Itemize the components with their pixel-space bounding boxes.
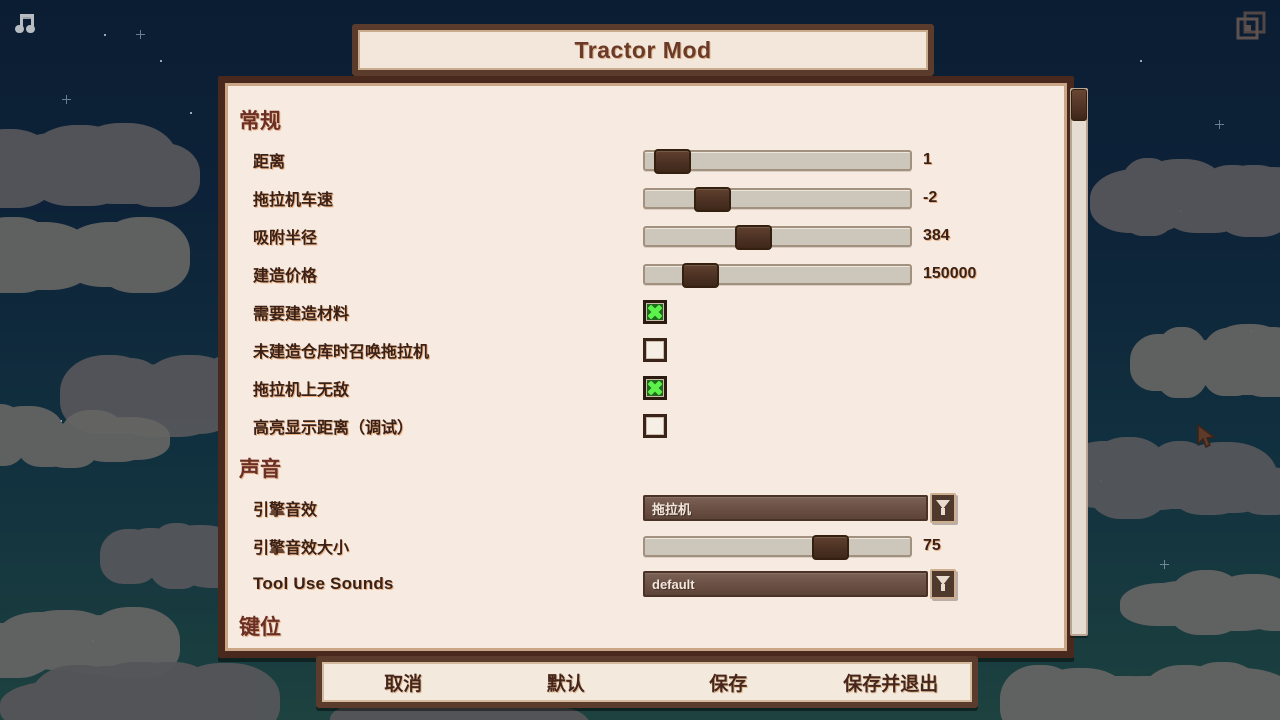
cloud <box>1090 150 1280 240</box>
slider-general-2[interactable] <box>643 226 912 247</box>
music-note-icon <box>12 10 42 40</box>
option-row: 未建造仓库时召唤拖拉机 <box>239 331 1047 369</box>
dropdown-value: 拖拉机 <box>652 499 691 518</box>
option-label: 拖拉机上无敌 <box>253 376 643 400</box>
slider-value: 1 <box>923 151 932 169</box>
chevron-down-icon[interactable] <box>930 493 956 523</box>
cloud <box>1060 430 1280 520</box>
dropdown-sound-0[interactable]: 拖拉机 <box>643 493 956 523</box>
option-row: 需要建造材料 <box>239 293 1047 331</box>
default-button[interactable]: 默认 <box>485 669 648 696</box>
option-row: 拖拉机上无敌 <box>239 369 1047 407</box>
window-glyph-icon <box>1234 9 1268 43</box>
option-label: 距离 <box>253 148 643 172</box>
cloud <box>1130 320 1280 400</box>
slider-general-3[interactable] <box>643 264 912 285</box>
slider-handle[interactable] <box>735 225 772 250</box>
cloud <box>0 660 280 720</box>
option-label: 引擎音效 <box>253 496 643 520</box>
checkbox-general-7[interactable] <box>643 414 667 438</box>
section-header-general: 常规 <box>239 105 1047 135</box>
star <box>104 34 106 36</box>
slider-value: 150000 <box>923 265 976 283</box>
page-title: Tractor Mod <box>574 37 711 64</box>
mouse-cursor <box>1196 424 1218 450</box>
cloud <box>0 120 200 210</box>
star <box>190 112 192 114</box>
save-button[interactable]: 保存 <box>647 669 810 696</box>
options-panel: 常规距离 1 拖拉机车速 -2 吸附半径 384 建造价格 150000 需要建造材料 未建造仓库… <box>218 76 1074 658</box>
dropdown-value-box[interactable]: 拖拉机 <box>643 495 928 521</box>
slider-value: 75 <box>923 537 941 555</box>
slider-value: -2 <box>923 189 937 207</box>
option-label: Tool Use Sounds <box>253 574 643 594</box>
cloud <box>1120 560 1280 640</box>
slider-value: 384 <box>923 227 950 245</box>
option-row: 吸附半径 384 <box>239 217 1047 255</box>
slider-handle[interactable] <box>812 535 849 560</box>
option-row: 高亮显示距离（调试） <box>239 407 1047 445</box>
cloud <box>0 400 170 470</box>
save-exit-button[interactable]: 保存并退出 <box>810 669 973 696</box>
cancel-button[interactable]: 取消 <box>322 669 485 696</box>
section-header-sound: 声音 <box>239 453 1047 483</box>
star <box>136 30 145 39</box>
slider-handle[interactable] <box>682 263 719 288</box>
triangle-stem <box>941 584 945 591</box>
option-label: 引擎音效大小 <box>253 534 643 558</box>
checkbox-general-5[interactable] <box>643 338 667 362</box>
dropdown-value: default <box>652 577 695 592</box>
vertical-scrollbar[interactable] <box>1070 88 1088 636</box>
slider-sound-1[interactable] <box>643 536 912 557</box>
chevron-down-icon[interactable] <box>930 569 956 599</box>
options-list: 常规距离 1 拖拉机车速 -2 吸附半径 384 建造价格 150000 需要建造材料 未建造仓库… <box>225 83 1067 651</box>
dropdown-sound-2[interactable]: default <box>643 569 956 599</box>
option-label: 未建造仓库时召唤拖拉机 <box>253 338 643 362</box>
option-label: 拖拉机车速 <box>253 186 643 210</box>
cloud <box>0 215 190 295</box>
slider-handle[interactable] <box>694 187 731 212</box>
option-label: 吸附半径 <box>253 224 643 248</box>
checkbox-general-4[interactable] <box>643 300 667 324</box>
option-row: 距离 1 <box>239 141 1047 179</box>
option-row: 拖拉机车速 -2 <box>239 179 1047 217</box>
option-row: Tool Use Sounds default <box>239 565 1047 603</box>
star <box>1140 60 1142 62</box>
dropdown-value-box[interactable]: default <box>643 571 928 597</box>
footer-button-bar: 取消 默认 保存 保存并退出 <box>316 656 978 708</box>
slider-general-1[interactable] <box>643 188 912 209</box>
scrollbar-thumb[interactable] <box>1071 89 1087 121</box>
option-label: 建造价格 <box>253 262 643 286</box>
scrollbar-track[interactable] <box>1070 88 1088 636</box>
option-label: 需要建造材料 <box>253 300 643 324</box>
star <box>160 60 162 62</box>
slider-handle[interactable] <box>654 149 691 174</box>
triangle-stem <box>941 508 945 515</box>
cloud <box>1000 660 1280 720</box>
window-title-bar: Tractor Mod <box>352 24 934 76</box>
option-row: 引擎音效 拖拉机 <box>239 489 1047 527</box>
option-label: 高亮显示距离（调试） <box>253 414 643 438</box>
option-row: 建造价格 150000 <box>239 255 1047 293</box>
star <box>62 95 71 104</box>
star <box>1215 120 1224 129</box>
slider-general-0[interactable] <box>643 150 912 171</box>
section-header-keybinds: 键位 <box>239 611 1047 641</box>
checkbox-general-6[interactable] <box>643 376 667 400</box>
option-row: 引擎音效大小 75 <box>239 527 1047 565</box>
